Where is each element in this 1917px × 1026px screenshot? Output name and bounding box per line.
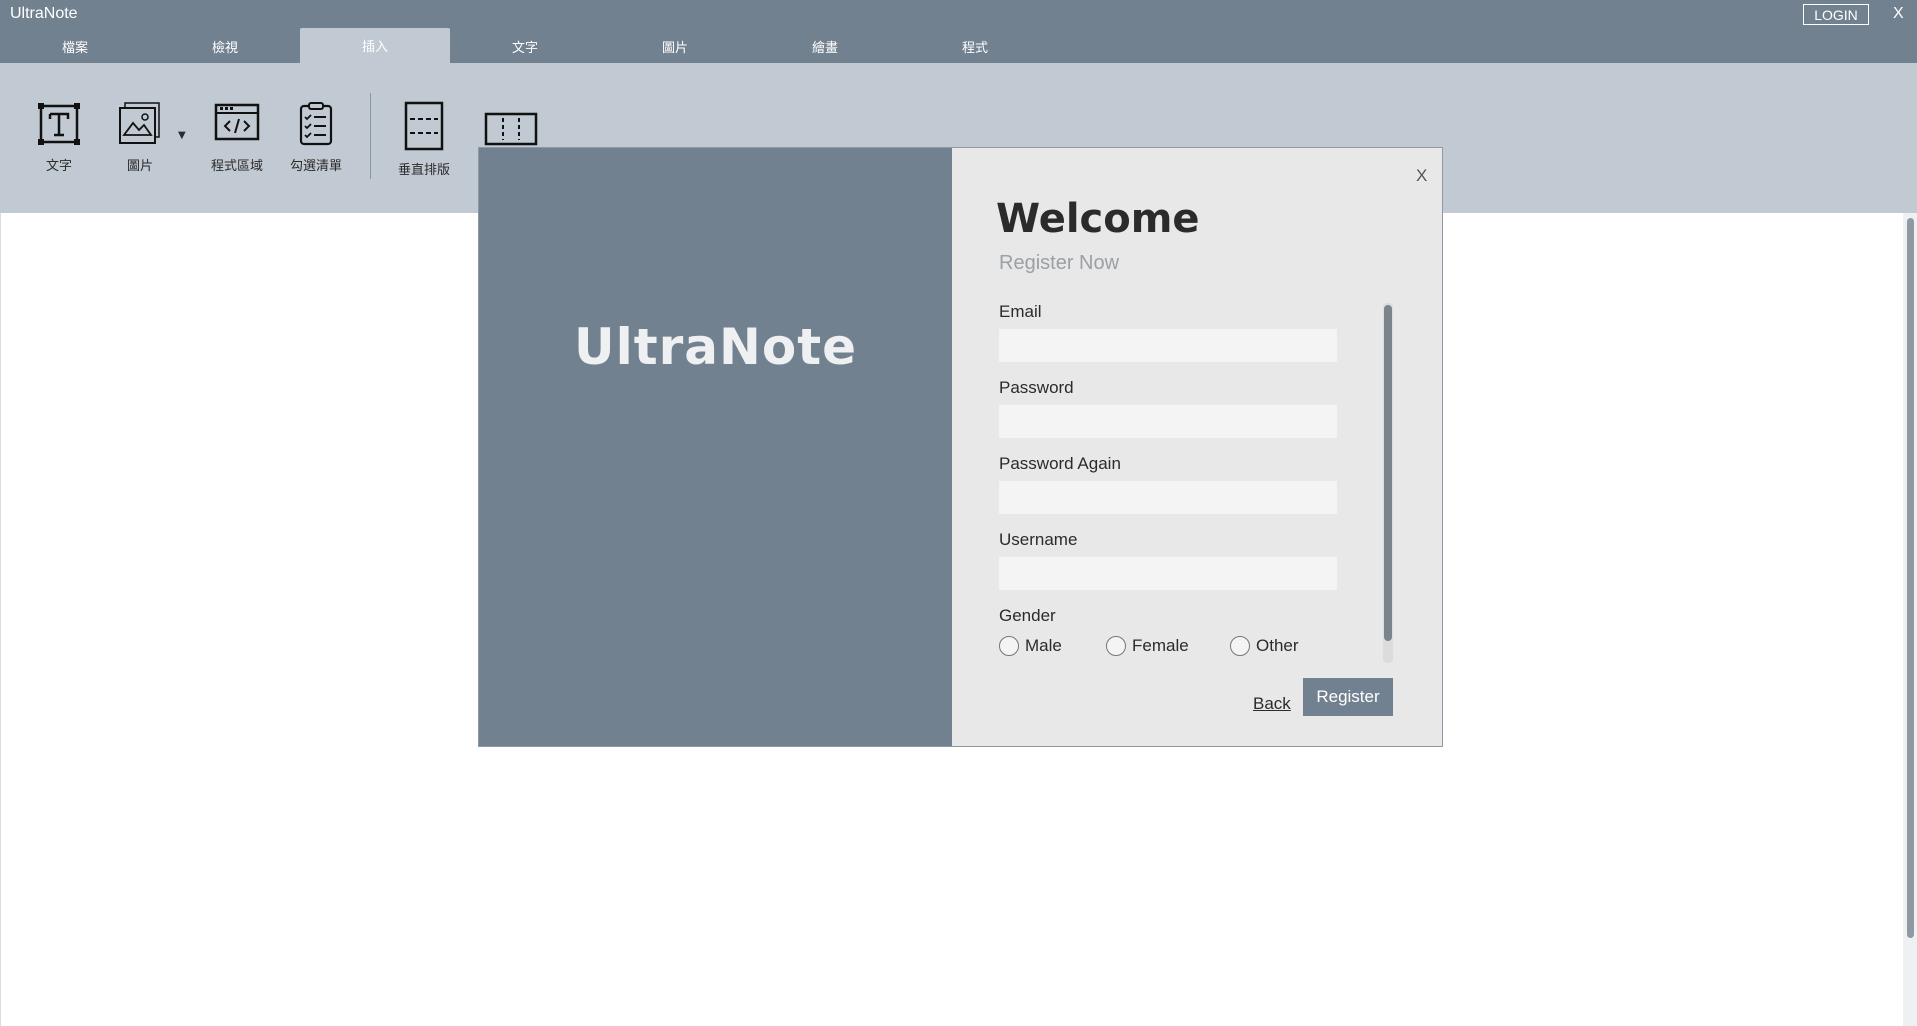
register-button[interactable]: Register xyxy=(1303,678,1393,716)
tab-insert[interactable]: 插入 xyxy=(300,28,450,63)
tool-label: 程式區域 xyxy=(211,159,264,174)
insert-checklist-tool[interactable]: 勾選清單 xyxy=(290,101,342,174)
password-label: Password xyxy=(999,378,1074,397)
vertical-layout-icon xyxy=(401,101,447,155)
insert-image-tool[interactable]: 圖片 xyxy=(117,101,163,174)
tool-label: 垂直排版 xyxy=(398,163,451,178)
email-field[interactable] xyxy=(999,329,1337,362)
tab-bar: 檔案 檢視 插入 文字 圖片 繪畫 程式 xyxy=(0,28,1917,63)
username-field[interactable] xyxy=(999,557,1337,590)
gender-other-radio[interactable]: Other xyxy=(1230,636,1299,656)
close-dialog-button[interactable]: X xyxy=(1416,166,1427,186)
close-app-button[interactable]: X xyxy=(1893,5,1904,23)
dialog-form-panel: X Welcome Register Now Email Password Pa… xyxy=(952,148,1442,746)
horizontal-layout-tool[interactable] xyxy=(484,111,538,151)
ribbon-divider xyxy=(370,93,371,179)
image-icon xyxy=(117,101,163,151)
gender-female-radio[interactable]: Female xyxy=(1106,636,1189,656)
tab-image[interactable]: 圖片 xyxy=(600,29,750,63)
dialog-brand-panel: UltraNote xyxy=(479,148,952,746)
tab-view[interactable]: 檢視 xyxy=(150,29,300,63)
app-title: UltraNote xyxy=(10,5,78,22)
password-again-label: Password Again xyxy=(999,454,1121,473)
horizontal-layout-icon xyxy=(484,111,538,151)
checklist-icon xyxy=(293,101,339,151)
form-scrollbar-thumb[interactable] xyxy=(1384,305,1392,641)
chevron-down-icon[interactable]: ▼ xyxy=(178,130,186,141)
email-label: Email xyxy=(999,302,1042,321)
gender-male-radio[interactable]: Male xyxy=(999,636,1062,656)
radio-label: Female xyxy=(1132,636,1189,655)
code-window-icon xyxy=(214,101,260,151)
back-link[interactable]: Back xyxy=(1253,694,1291,714)
radio-circle[interactable] xyxy=(1230,636,1250,656)
insert-code-tool[interactable]: 程式區域 xyxy=(211,101,263,174)
radio-label: Male xyxy=(1025,636,1062,655)
page-scrollbar-thumb[interactable] xyxy=(1907,218,1914,938)
radio-circle[interactable] xyxy=(1106,636,1126,656)
tool-label: 圖片 xyxy=(126,159,153,174)
dialog-title: Welcome xyxy=(996,196,1200,242)
tab-draw[interactable]: 繪畫 xyxy=(750,29,900,63)
tool-label: 勾選清單 xyxy=(290,159,343,174)
password-again-field[interactable] xyxy=(999,481,1337,514)
tab-code[interactable]: 程式 xyxy=(900,29,1050,63)
gender-radio-group: Male Female Other xyxy=(999,636,1349,660)
insert-text-tool[interactable]: 文字 xyxy=(36,101,82,174)
tool-label: 文字 xyxy=(45,159,72,174)
title-bar: UltraNote LOGIN X xyxy=(0,0,1917,29)
vertical-layout-tool[interactable]: 垂直排版 xyxy=(398,101,450,178)
login-button[interactable]: LOGIN xyxy=(1803,4,1869,25)
radio-circle[interactable] xyxy=(999,636,1019,656)
brand-logo-text: UltraNote xyxy=(573,318,858,376)
tab-file[interactable]: 檔案 xyxy=(0,29,150,63)
dialog-subtitle: Register Now xyxy=(999,252,1120,274)
tab-text[interactable]: 文字 xyxy=(450,29,600,63)
form-scroll-area[interactable]: Email Password Password Again Username G… xyxy=(999,298,1349,660)
text-box-icon xyxy=(36,101,82,151)
register-dialog: UltraNote X Welcome Register Now Email P… xyxy=(478,147,1443,747)
password-field[interactable] xyxy=(999,405,1337,438)
username-label: Username xyxy=(999,530,1078,549)
gender-label: Gender xyxy=(999,606,1056,625)
radio-label: Other xyxy=(1256,636,1299,655)
